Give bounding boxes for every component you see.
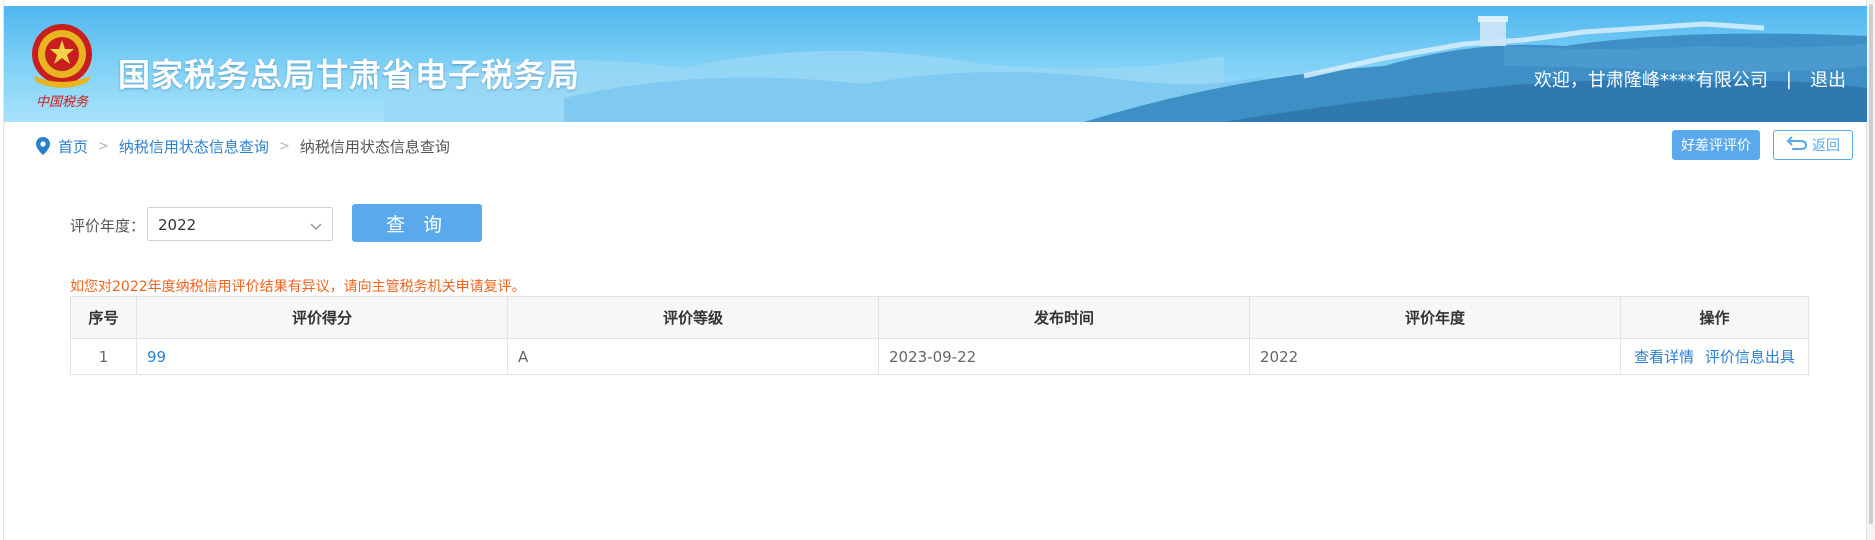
review-rating-button[interactable]: 好差评评价 <box>1672 130 1760 160</box>
logout-link[interactable]: 退出 <box>1810 66 1846 92</box>
site-header-banner: 中国税务 国家税务总局甘肃省电子税务局 欢迎，甘肃隆峰****有限公司 | 退出 <box>4 6 1868 122</box>
cell-actions: 查看详情 评价信息出具 <box>1620 338 1809 375</box>
column-header-grade: 评价等级 <box>507 296 879 339</box>
cell-grade: A <box>507 338 879 375</box>
evaluation-year-value: 2022 <box>158 216 197 234</box>
view-details-link[interactable]: 查看详情 <box>1634 348 1694 366</box>
column-header-actions: 操作 <box>1620 296 1809 339</box>
cell-publish-date: 2023-09-22 <box>878 338 1250 375</box>
breadcrumb-separator: > <box>278 138 290 154</box>
user-area-separator: | <box>1785 68 1792 90</box>
breadcrumb-credit-query-link[interactable]: 纳税信用状态信息查询 <box>119 136 269 157</box>
table-row: 1 99 A 2023-09-22 2022 查看详情 评价信息出具 <box>70 338 1809 375</box>
table-header-row: 序号 评价得分 评价等级 发布时间 评价年度 操作 <box>70 296 1809 339</box>
evaluation-year-label: 评价年度： <box>70 217 146 235</box>
svg-text:中国税务: 中国税务 <box>36 95 89 110</box>
evaluation-year-select[interactable]: 2022 <box>147 207 333 241</box>
breadcrumb: 首页 > 纳税信用状态信息查询 > 纳税信用状态信息查询 <box>36 136 450 156</box>
page-scrollbar-thumb[interactable] <box>1869 4 1873 524</box>
user-area: 欢迎，甘肃隆峰****有限公司 | 退出 <box>1534 66 1846 92</box>
back-button[interactable]: 返回 <box>1773 130 1853 160</box>
issue-evaluation-info-link[interactable]: 评价信息出具 <box>1705 348 1795 366</box>
breadcrumb-current-page: 纳税信用状态信息查询 <box>299 137 450 156</box>
column-header-publish-date: 发布时间 <box>878 296 1250 339</box>
column-header-score: 评价得分 <box>136 296 508 339</box>
credit-result-table: 序号 评价得分 评价等级 发布时间 评价年度 操作 1 99 A 2023-09… <box>70 296 1809 375</box>
breadcrumb-separator: > <box>98 138 109 154</box>
location-pin-icon <box>36 137 50 155</box>
tax-emblem-logo: 中国税务 <box>26 20 98 112</box>
page-container: 中国税务 国家税务总局甘肃省电子税务局 欢迎，甘肃隆峰****有限公司 | 退出… <box>3 0 1868 540</box>
appeal-notice-text: 如您对2022年度纳税信用评价结果有异议，请向主管税务机关申请复评。 <box>70 279 526 295</box>
column-header-year: 评价年度 <box>1249 296 1621 339</box>
chevron-down-icon <box>310 219 322 235</box>
query-button[interactable]: 查 询 <box>352 204 482 242</box>
cell-index: 1 <box>70 338 137 375</box>
cell-year: 2022 <box>1249 338 1621 375</box>
breadcrumb-home-link[interactable]: 首页 <box>58 136 88 157</box>
back-button-label: 返回 <box>1812 138 1840 154</box>
column-header-index: 序号 <box>70 296 137 339</box>
return-arrow-icon <box>1786 135 1808 155</box>
welcome-text: 欢迎，甘肃隆峰****有限公司 <box>1533 70 1768 91</box>
site-title: 国家税务总局甘肃省电子税务局 <box>118 56 581 94</box>
cell-score-link[interactable]: 99 <box>136 338 508 375</box>
